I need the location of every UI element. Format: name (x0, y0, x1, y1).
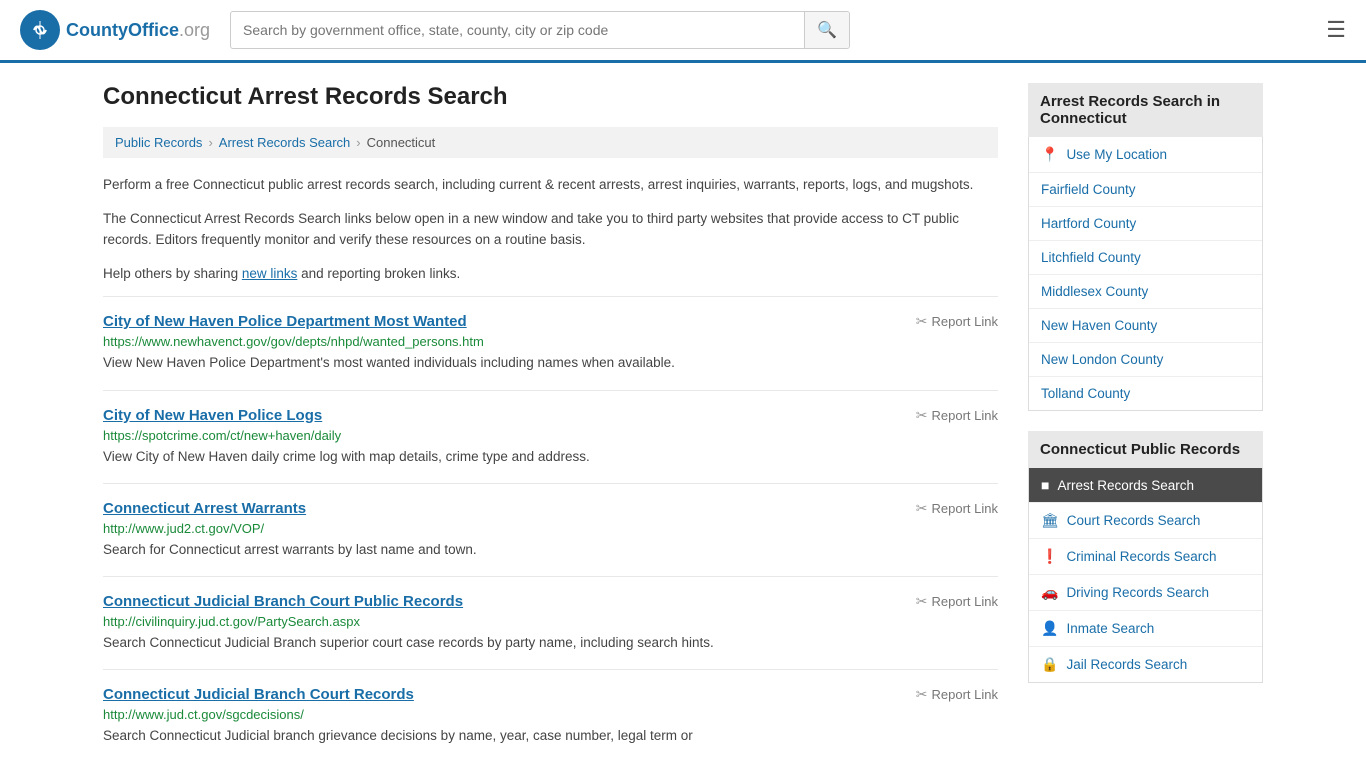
search-icon: 🔍 (817, 22, 837, 39)
sidebar-county-link[interactable]: Hartford County (1029, 207, 1262, 241)
result-url[interactable]: http://civilinquiry.jud.ct.gov/PartySear… (103, 614, 998, 629)
result-header: City of New Haven Police Department Most… (103, 313, 998, 330)
sidebar-county-link[interactable]: New London County (1029, 343, 1262, 377)
sidebar-county-link[interactable]: Middlesex County (1029, 275, 1262, 309)
result-url[interactable]: http://www.jud.ct.gov/sgcdecisions/ (103, 707, 998, 722)
site-header: CountyOffice.org 🔍 ☰ (0, 0, 1366, 63)
result-header: City of New Haven Police Logs ✂ Report L… (103, 407, 998, 424)
description-3: Help others by sharing new links and rep… (103, 263, 998, 285)
report-link-btn[interactable]: ✂ Report Link (916, 500, 998, 517)
sidebar-county-link[interactable]: Litchfield County (1029, 241, 1262, 275)
result-desc: Search for Connecticut arrest warrants b… (103, 540, 998, 560)
breadcrumb-link-public-records[interactable]: Public Records (115, 135, 202, 150)
pr-icon: ❗ (1041, 548, 1058, 565)
result-desc: Search Connecticut Judicial Branch super… (103, 633, 998, 653)
result-header: Connecticut Judicial Branch Court Record… (103, 686, 998, 703)
report-icon: ✂ (916, 407, 928, 424)
breadcrumb-link-arrest-records[interactable]: Arrest Records Search (219, 135, 351, 150)
site-logo[interactable]: CountyOffice.org (20, 10, 210, 50)
result-item: Connecticut Judicial Branch Court Record… (103, 669, 998, 762)
report-link-btn[interactable]: ✂ Report Link (916, 593, 998, 610)
result-url[interactable]: https://spotcrime.com/ct/new+haven/daily (103, 428, 998, 443)
breadcrumb-current: Connecticut (367, 135, 436, 150)
public-records-link[interactable]: 🏛 Court Records Search (1029, 503, 1262, 539)
result-title[interactable]: City of New Haven Police Department Most… (103, 313, 467, 330)
pr-link-label: Arrest Records Search (1057, 478, 1194, 493)
sidebar-section1-title: Arrest Records Search in Connecticut (1028, 83, 1263, 137)
use-my-location[interactable]: 📍 Use My Location (1029, 137, 1262, 173)
result-title[interactable]: Connecticut Judicial Branch Court Record… (103, 686, 414, 703)
result-title[interactable]: Connecticut Judicial Branch Court Public… (103, 593, 463, 610)
result-url[interactable]: https://www.newhavenct.gov/gov/depts/nhp… (103, 334, 998, 349)
result-item: Connecticut Judicial Branch Court Public… (103, 576, 998, 669)
pr-icon: ■ (1041, 477, 1049, 493)
report-link-btn[interactable]: ✂ Report Link (916, 313, 998, 330)
sidebar-county-link[interactable]: New Haven County (1029, 309, 1262, 343)
result-url[interactable]: http://www.jud2.ct.gov/VOP/ (103, 521, 998, 536)
search-input[interactable] (231, 14, 804, 46)
page-title: Connecticut Arrest Records Search (103, 83, 998, 111)
report-icon: ✂ (916, 593, 928, 610)
public-records-link[interactable]: 🚗 Driving Records Search (1029, 575, 1262, 611)
main-column: Connecticut Arrest Records Search Public… (103, 83, 998, 763)
result-title[interactable]: Connecticut Arrest Warrants (103, 500, 306, 517)
sidebar-section2-title: Connecticut Public Records (1028, 431, 1263, 468)
menu-icon[interactable]: ☰ (1326, 17, 1346, 43)
description-1: Perform a free Connecticut public arrest… (103, 174, 998, 196)
search-bar: 🔍 (230, 11, 850, 49)
pr-icon: 🏛 (1041, 512, 1059, 529)
result-desc: View New Haven Police Department's most … (103, 353, 998, 373)
pr-link-label: Court Records Search (1067, 513, 1201, 528)
report-link-btn[interactable]: ✂ Report Link (916, 407, 998, 424)
logo-icon (20, 10, 60, 50)
sidebar-counties-list: 📍 Use My Location Fairfield CountyHartfo… (1028, 137, 1263, 411)
pr-link-label: Criminal Records Search (1066, 549, 1216, 564)
description-2: The Connecticut Arrest Records Search li… (103, 208, 998, 251)
result-item: City of New Haven Police Department Most… (103, 296, 998, 389)
search-button[interactable]: 🔍 (804, 12, 849, 48)
public-records-link[interactable]: 👤 Inmate Search (1029, 611, 1262, 647)
report-icon: ✂ (916, 686, 928, 703)
public-records-link[interactable]: ❗ Criminal Records Search (1029, 539, 1262, 575)
new-links-link[interactable]: new links (242, 266, 298, 281)
pr-link-label: Inmate Search (1066, 621, 1154, 636)
sidebar: Arrest Records Search in Connecticut 📍 U… (1028, 83, 1263, 763)
result-desc: Search Connecticut Judicial branch griev… (103, 726, 998, 746)
result-title[interactable]: City of New Haven Police Logs (103, 407, 322, 424)
report-link-btn[interactable]: ✂ Report Link (916, 686, 998, 703)
public-records-link[interactable]: ■ Arrest Records Search (1029, 468, 1262, 503)
result-header: Connecticut Arrest Warrants ✂ Report Lin… (103, 500, 998, 517)
pr-link-label: Driving Records Search (1066, 585, 1209, 600)
public-records-link[interactable]: 🔒 Jail Records Search (1029, 647, 1262, 682)
result-item: Connecticut Arrest Warrants ✂ Report Lin… (103, 483, 998, 576)
result-desc: View City of New Haven daily crime log w… (103, 447, 998, 467)
pr-link-label: Jail Records Search (1066, 657, 1187, 672)
result-item: City of New Haven Police Logs ✂ Report L… (103, 390, 998, 483)
sidebar-county-link[interactable]: Tolland County (1029, 377, 1262, 410)
pr-icon: 🚗 (1041, 584, 1058, 601)
report-icon: ✂ (916, 500, 928, 517)
results-list: City of New Haven Police Department Most… (103, 296, 998, 762)
pr-icon: 🔒 (1041, 656, 1058, 673)
logo-text: CountyOffice.org (66, 20, 210, 41)
sidebar-county-link[interactable]: Fairfield County (1029, 173, 1262, 207)
location-icon: 📍 (1041, 146, 1058, 163)
result-header: Connecticut Judicial Branch Court Public… (103, 593, 998, 610)
pr-icon: 👤 (1041, 620, 1058, 637)
breadcrumb: Public Records › Arrest Records Search ›… (103, 127, 998, 158)
public-records-links: ■ Arrest Records Search 🏛 Court Records Sea… (1028, 468, 1263, 683)
report-icon: ✂ (916, 313, 928, 330)
